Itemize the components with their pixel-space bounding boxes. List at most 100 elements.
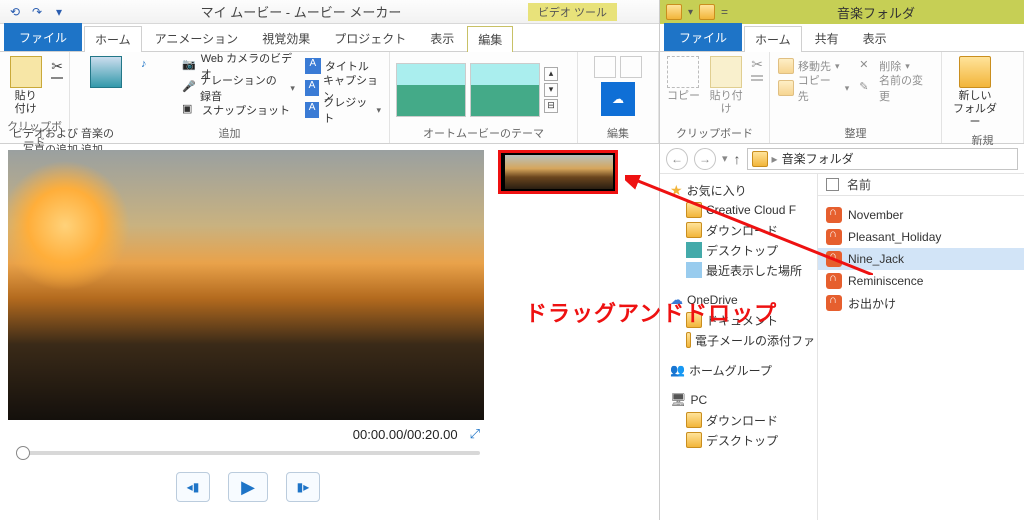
column-name[interactable]: 名前 (847, 176, 871, 193)
ex-pasteshortcut-icon[interactable] (751, 79, 763, 81)
seek-thumb[interactable] (16, 446, 30, 460)
tree-pc[interactable]: 🖥PC (666, 390, 815, 410)
tree-od-0[interactable]: ドキュメント (666, 310, 815, 330)
tree-fav-3-label: 最近表示した場所 (706, 262, 802, 279)
narration-button[interactable]: 🎤ナレーションの録音▾ (180, 78, 297, 98)
file-list: 名前 November Pleasant_Holiday Nine_Jack R… (818, 174, 1024, 520)
tab-edit[interactable]: 編集 (467, 26, 513, 52)
ex-tab-share[interactable]: 共有 (804, 25, 850, 51)
tab-visual-effects[interactable]: 視覚効果 (251, 25, 321, 51)
nav-history-dropdown[interactable]: ▾ (722, 152, 728, 165)
next-frame-button[interactable]: ▮▸ (286, 472, 320, 502)
tree-fav-0-label: Creative Cloud F (706, 203, 796, 217)
rotate-right-button[interactable] (620, 56, 642, 78)
ex-paste-button[interactable]: 貼り付け (707, 56, 745, 116)
tab-project[interactable]: プロジェクト (323, 25, 417, 51)
playback-controls: ◂▮ ▶ ▮▸ (8, 464, 488, 510)
tree-pc-0[interactable]: ダウンロード (666, 410, 815, 430)
tree-fav-2[interactable]: デスクトップ (666, 240, 815, 260)
moveto-icon (778, 58, 794, 74)
tree-od-1[interactable]: 電子メールの添付ファ (666, 330, 815, 350)
caption-icon: A (305, 80, 319, 96)
add-media-button[interactable] (76, 56, 136, 90)
copy-icon (667, 56, 699, 88)
theme-gallery[interactable]: ⊟ (544, 99, 558, 113)
copy-to-button[interactable]: コピー先▾ (776, 78, 851, 98)
credit-icon: A (305, 102, 319, 118)
folder-icon (686, 332, 691, 348)
tab-view[interactable]: 表示 (419, 25, 465, 51)
theme-thumb-2[interactable] (470, 63, 540, 117)
file-row-2[interactable]: Nine_Jack (818, 248, 1024, 270)
timecode: 00:00.00/00:20.00 (353, 427, 458, 442)
paste-button[interactable]: 貼り 付け (6, 56, 45, 116)
file-row-3[interactable]: Reminiscence (818, 270, 1024, 292)
timeline-clip-thumb (505, 155, 613, 189)
folder-icon-2 (699, 4, 715, 20)
snapshot-button[interactable]: ▣スナップショット (180, 100, 297, 120)
fullscreen-button[interactable]: ⤢ (470, 426, 480, 442)
webcam-icon: 📷 (182, 58, 197, 74)
file-3-name: Reminiscence (848, 274, 923, 288)
theme-scroll-up[interactable]: ▴ (544, 67, 558, 81)
ex-ribbon-tabs: ファイル ホーム 共有 表示 (660, 24, 1024, 52)
tab-file[interactable]: ファイル (4, 23, 82, 51)
preview-video[interactable] (8, 150, 484, 420)
copyto-label: コピー先 (798, 72, 841, 104)
ex-tab-view[interactable]: 表示 (852, 25, 898, 51)
theme-scroll-down[interactable]: ▾ (544, 83, 558, 97)
seek-bar[interactable] (8, 442, 488, 464)
tree-pc-1[interactable]: デスクトップ (666, 430, 815, 450)
tree-fav-1[interactable]: ダウンロード (666, 220, 815, 240)
ex-clipboard-label: クリップボード (666, 123, 763, 141)
credit-button[interactable]: Aクレジット▾ (303, 100, 383, 120)
tab-animation[interactable]: アニメーション (144, 25, 250, 51)
cut-icon[interactable]: ✂ (51, 58, 63, 75)
file-row-1[interactable]: Pleasant_Holiday (818, 226, 1024, 248)
rename-icon: ✎ (859, 80, 875, 96)
ex-cut-icon[interactable]: ✂ (751, 56, 763, 73)
redo-button[interactable]: ↷ (28, 3, 46, 21)
undo-button[interactable]: ⟲ (6, 3, 24, 21)
copy-icon[interactable] (51, 77, 63, 79)
add-music-button[interactable]: ♪ (140, 56, 174, 90)
prev-frame-button[interactable]: ◂▮ (176, 472, 210, 502)
tree-homegroup[interactable]: 👥ホームグループ (666, 360, 815, 380)
file-1-name: Pleasant_Holiday (848, 230, 941, 244)
play-button[interactable]: ▶ (228, 472, 268, 502)
theme-thumb-1[interactable] (396, 63, 466, 117)
ex-copy-button[interactable]: コピー (666, 56, 701, 103)
tree-fav-1-label: ダウンロード (706, 222, 778, 239)
ex-tab-file[interactable]: ファイル (664, 23, 742, 51)
delete-icon: ✕ (859, 58, 875, 74)
timeline-drop-target[interactable] (498, 150, 618, 194)
tree-od-0-label: ドキュメント (706, 312, 778, 329)
tree-favorites[interactable]: ★お気に入り (666, 180, 815, 200)
timeline-pane[interactable] (492, 144, 659, 520)
list-header[interactable]: 名前 (818, 174, 1024, 196)
new-folder-button[interactable]: 新しい フォルダー (948, 56, 1002, 130)
edit-group-label: 編集 (584, 123, 652, 141)
tree-onedrive[interactable]: ☁OneDrive (666, 290, 815, 310)
qat-dropdown[interactable]: ▾ (50, 3, 68, 21)
file-row-4[interactable]: お出かけ (818, 292, 1024, 314)
ex-copy-label: コピー (667, 90, 700, 103)
rename-button[interactable]: ✎名前の変更 (857, 78, 935, 98)
nav-forward-button[interactable]: → (694, 148, 716, 170)
ex-tab-home[interactable]: ホーム (744, 26, 802, 52)
address-box[interactable]: ▸ 音楽フォルダ (747, 148, 1018, 170)
cloud-icon: ☁ (612, 92, 624, 106)
tree-fav-3[interactable]: 最近表示した場所 (666, 260, 815, 280)
file-row-0[interactable]: November (818, 204, 1024, 226)
tree-fav-0[interactable]: Creative Cloud F (666, 200, 815, 220)
picture-icon (90, 56, 122, 88)
rotate-left-button[interactable] (594, 56, 616, 78)
select-all-checkbox[interactable] (826, 178, 839, 191)
ex-copypath-icon[interactable] (751, 75, 763, 77)
rename-label: 名前の変更 (879, 72, 933, 104)
tab-home[interactable]: ホーム (84, 26, 142, 52)
tree-pc-1-label: デスクトップ (706, 432, 778, 449)
nav-back-button[interactable]: ← (666, 148, 688, 170)
share-tile[interactable]: ☁ (601, 82, 635, 116)
nav-up-button[interactable]: ↑ (734, 151, 741, 167)
